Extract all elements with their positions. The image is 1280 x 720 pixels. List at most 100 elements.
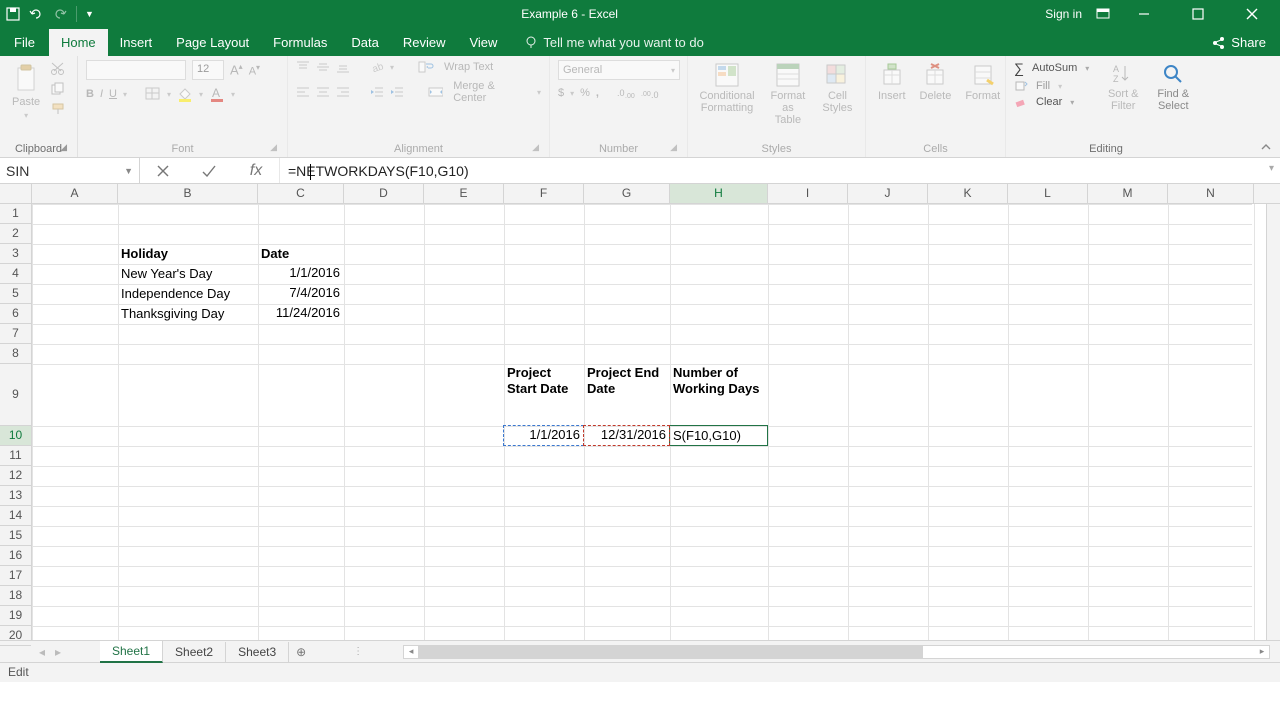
column-header-D[interactable]: D bbox=[344, 184, 424, 203]
row-header-17[interactable]: 17 bbox=[0, 566, 31, 586]
merge-center-button[interactable]: Merge & Center▾ bbox=[428, 80, 541, 104]
fx-icon[interactable]: fx bbox=[250, 162, 262, 180]
name-box[interactable]: SIN ▼ bbox=[0, 158, 140, 183]
increase-decimal-icon[interactable]: .0.00 bbox=[617, 86, 635, 100]
number-launcher-icon[interactable]: ◢ bbox=[670, 142, 677, 153]
align-top-icon[interactable] bbox=[296, 60, 310, 74]
delete-cells-button[interactable]: Delete bbox=[916, 60, 956, 104]
cell-C3[interactable]: Date bbox=[258, 244, 343, 263]
expand-formula-bar-icon[interactable]: ▾ bbox=[1269, 163, 1274, 174]
row-header-2[interactable]: 2 bbox=[0, 224, 31, 244]
collapse-ribbon-icon[interactable] bbox=[1260, 141, 1272, 153]
row-header-1[interactable]: 1 bbox=[0, 204, 31, 224]
fill-button[interactable]: Fill▾ bbox=[1014, 80, 1089, 92]
qat-customize-icon[interactable]: ▼ bbox=[85, 9, 94, 19]
cell-B6[interactable]: Thanksgiving Day bbox=[118, 304, 257, 323]
comma-icon[interactable]: , bbox=[596, 87, 599, 99]
row-header-20[interactable]: 20 bbox=[0, 626, 31, 646]
orientation-icon[interactable]: ab bbox=[370, 60, 384, 74]
select-all-button[interactable] bbox=[0, 184, 32, 203]
decrease-decimal-icon[interactable]: .00.0 bbox=[641, 86, 659, 100]
vertical-scrollbar[interactable] bbox=[1266, 204, 1280, 640]
cell-F10[interactable]: 1/1/2016 bbox=[504, 426, 583, 445]
tab-insert[interactable]: Insert bbox=[108, 29, 165, 56]
row-header-9[interactable]: 9 bbox=[0, 364, 31, 426]
tab-review[interactable]: Review bbox=[391, 29, 458, 56]
row-header-13[interactable]: 13 bbox=[0, 486, 31, 506]
align-right-icon[interactable] bbox=[336, 85, 350, 99]
column-header-J[interactable]: J bbox=[848, 184, 928, 203]
ribbon-display-icon[interactable] bbox=[1096, 8, 1110, 20]
horizontal-scrollbar[interactable]: ◂ ▸ bbox=[403, 645, 1270, 659]
sheet-nav-prev-icon[interactable]: ◂ bbox=[39, 645, 45, 659]
number-format-combo[interactable]: General▾ bbox=[558, 60, 680, 80]
clear-button[interactable]: Clear▾ bbox=[1014, 96, 1089, 108]
cell-B4[interactable]: New Year's Day bbox=[118, 264, 257, 283]
worksheet-grid[interactable]: HolidayDateNew Year's Day1/1/2016Indepen… bbox=[32, 204, 1266, 640]
row-header-15[interactable]: 15 bbox=[0, 526, 31, 546]
save-icon[interactable] bbox=[6, 7, 20, 21]
enter-formula-icon[interactable] bbox=[202, 165, 216, 177]
align-center-icon[interactable] bbox=[316, 85, 330, 99]
cell-C6[interactable]: 11/24/2016 bbox=[258, 304, 343, 323]
sheet-tab-2[interactable]: Sheet2 bbox=[163, 642, 226, 662]
autosum-button[interactable]: ∑AutoSum▾ bbox=[1014, 60, 1089, 76]
cell-C4[interactable]: 1/1/2016 bbox=[258, 264, 343, 283]
paste-button[interactable]: Paste ▾ bbox=[8, 60, 44, 124]
font-color-icon[interactable]: A bbox=[209, 86, 225, 102]
font-family-combo[interactable] bbox=[86, 60, 186, 80]
row-header-10[interactable]: 10 bbox=[0, 426, 31, 446]
cancel-formula-icon[interactable] bbox=[157, 165, 169, 177]
fill-color-icon[interactable] bbox=[177, 86, 193, 102]
sheet-tab-1[interactable]: Sheet1 bbox=[100, 641, 163, 663]
row-header-11[interactable]: 11 bbox=[0, 446, 31, 466]
sheet-tab-3[interactable]: Sheet3 bbox=[226, 642, 289, 662]
column-header-L[interactable]: L bbox=[1008, 184, 1088, 203]
row-header-5[interactable]: 5 bbox=[0, 284, 31, 304]
copy-icon[interactable] bbox=[50, 82, 66, 96]
align-bottom-icon[interactable] bbox=[336, 60, 350, 74]
close-button[interactable] bbox=[1232, 0, 1272, 28]
column-header-K[interactable]: K bbox=[928, 184, 1008, 203]
sort-filter-button[interactable]: AZ Sort & Filter bbox=[1101, 60, 1145, 114]
decrease-indent-icon[interactable] bbox=[370, 85, 384, 99]
clipboard-launcher-icon[interactable]: ◢ bbox=[60, 142, 67, 153]
cell-styles-button[interactable]: Cell Styles bbox=[818, 60, 857, 116]
column-header-H[interactable]: H bbox=[670, 184, 768, 203]
row-header-3[interactable]: 3 bbox=[0, 244, 31, 264]
percent-icon[interactable]: % bbox=[580, 87, 590, 99]
cell-F9[interactable]: Project Start Date bbox=[504, 364, 583, 425]
borders-icon[interactable] bbox=[145, 87, 161, 101]
cell-H10[interactable]: S(F10,G10) bbox=[670, 426, 767, 445]
formula-input[interactable]: =NETWORKDAYS(F10,G10) ▾ bbox=[280, 158, 1280, 183]
font-launcher-icon[interactable]: ◢ bbox=[270, 142, 277, 153]
format-cells-button[interactable]: Format bbox=[961, 60, 1004, 104]
column-header-M[interactable]: M bbox=[1088, 184, 1168, 203]
underline-button[interactable]: U bbox=[109, 88, 117, 100]
cell-C5[interactable]: 7/4/2016 bbox=[258, 284, 343, 303]
tab-formulas[interactable]: Formulas bbox=[261, 29, 339, 56]
column-header-N[interactable]: N bbox=[1168, 184, 1254, 203]
share-button[interactable]: Share bbox=[1197, 29, 1280, 56]
column-header-I[interactable]: I bbox=[768, 184, 848, 203]
minimize-button[interactable] bbox=[1124, 0, 1164, 28]
new-sheet-button[interactable]: ⊕ bbox=[289, 645, 313, 659]
tab-data[interactable]: Data bbox=[339, 29, 390, 56]
row-header-6[interactable]: 6 bbox=[0, 304, 31, 324]
increase-indent-icon[interactable] bbox=[390, 85, 404, 99]
column-header-B[interactable]: B bbox=[118, 184, 258, 203]
column-header-G[interactable]: G bbox=[584, 184, 670, 203]
cell-H9[interactable]: Number of Working Days bbox=[670, 364, 767, 425]
tab-view[interactable]: View bbox=[457, 29, 509, 56]
sign-in-link[interactable]: Sign in bbox=[1045, 7, 1082, 21]
cell-G10[interactable]: 12/31/2016 bbox=[584, 426, 669, 445]
tab-page-layout[interactable]: Page Layout bbox=[164, 29, 261, 56]
italic-button[interactable]: I bbox=[100, 88, 103, 100]
cell-B5[interactable]: Independence Day bbox=[118, 284, 257, 303]
column-header-C[interactable]: C bbox=[258, 184, 344, 203]
tell-me-search[interactable]: Tell me what you want to do bbox=[513, 29, 715, 56]
row-header-19[interactable]: 19 bbox=[0, 606, 31, 626]
redo-icon[interactable] bbox=[52, 7, 68, 21]
insert-cells-button[interactable]: Insert bbox=[874, 60, 910, 104]
row-header-8[interactable]: 8 bbox=[0, 344, 31, 364]
